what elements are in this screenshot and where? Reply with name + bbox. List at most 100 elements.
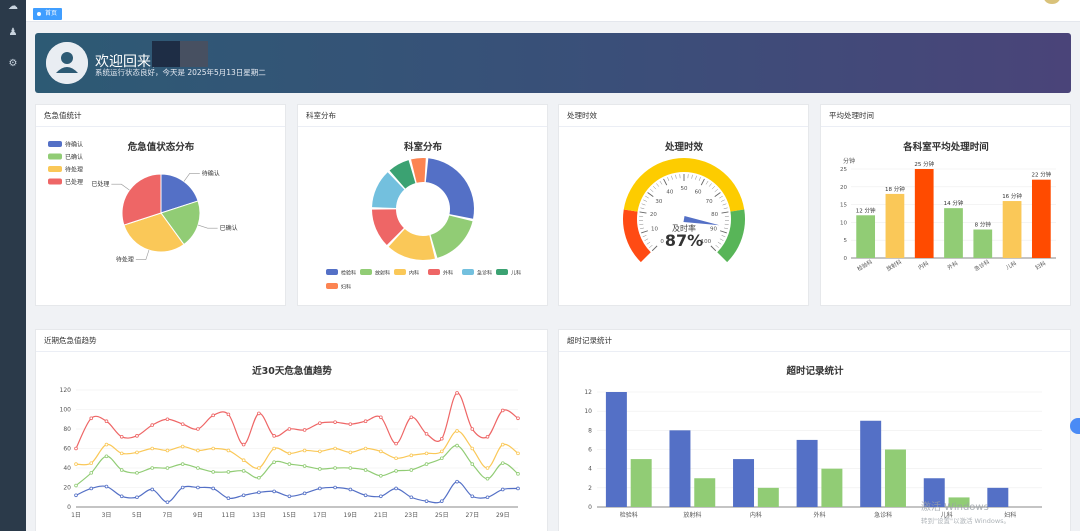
data-point [409, 453, 414, 458]
data-point [379, 449, 383, 454]
bar [856, 215, 876, 258]
legend-swatch [326, 283, 338, 289]
data-point [165, 500, 170, 504]
data-point [348, 487, 353, 492]
bar [796, 439, 818, 507]
user-avatar[interactable] [1044, 0, 1060, 4]
pie-label: 已处理 [91, 180, 109, 188]
x-tick-label: 25日 [435, 512, 449, 519]
department-donut-chart: 科室分布检验科 放射科 内科 外科 急诊科 儿科妇科 [326, 141, 521, 291]
gauge-tick [719, 195, 723, 199]
legend-label: 放射科 [375, 270, 390, 277]
gauge-value: 87% [665, 231, 703, 250]
pie-leader-line [111, 183, 130, 191]
data-point [318, 421, 322, 425]
y-tick-label: 20 [840, 185, 847, 191]
card-critical-status: 危急值统计 危急值状态分布 待确认 已确认 待处理 已处理 待确认 已确认 待处理 已处理 [35, 104, 286, 306]
gauge-tick [717, 241, 722, 245]
card-title: 平均处理时间 [821, 105, 1070, 127]
legend-label: 内科 [409, 270, 419, 277]
data-point [119, 435, 124, 439]
data-point [439, 499, 444, 503]
x-tick-label: 检验科 [620, 511, 638, 519]
pie-label: 已确认 [220, 224, 238, 232]
chart-title: 各科室平均处理时间 [902, 141, 989, 153]
y-tick-label: 2 [588, 485, 592, 492]
y-tick-label: 0 [588, 504, 592, 511]
data-point [226, 412, 231, 417]
y-tick-label: 20 [63, 485, 71, 492]
y-tick-label: 15 [840, 203, 847, 209]
gauge-tick [708, 183, 712, 187]
x-tick-label: 内科 [916, 259, 930, 272]
user-icon[interactable]: ♟ [6, 26, 20, 40]
data-point [424, 432, 429, 436]
gauge-tick [705, 180, 709, 185]
gauge-tick-label: 50 [681, 186, 688, 192]
data-point [455, 391, 459, 395]
data-point [241, 458, 246, 462]
top-bar: 首页 [26, 0, 1080, 22]
data-point [272, 489, 276, 494]
bar-value-label: 16 分钟 [1002, 192, 1022, 200]
data-point [455, 479, 459, 484]
gauge-tick [695, 175, 697, 180]
data-point [180, 444, 185, 449]
bar [1031, 179, 1051, 258]
y-unit-label: 分钟 [843, 157, 855, 165]
gauge-tick [691, 174, 693, 179]
data-point [500, 442, 505, 447]
gauge-band [623, 158, 745, 212]
legend-swatch [48, 166, 62, 172]
data-point [241, 493, 246, 498]
data-point [104, 454, 109, 459]
donut-slice [430, 215, 473, 258]
gauge-band [717, 209, 745, 263]
x-tick-label: 17日 [313, 512, 327, 519]
gauge-tick [647, 192, 654, 198]
data-point [318, 486, 322, 491]
data-point [180, 485, 185, 490]
data-point [348, 450, 353, 455]
data-point [89, 486, 94, 491]
data-point [302, 464, 307, 468]
overtime-bar-chart: 超时记录统计024681012检验科 放射科 内科 外科 急诊科 儿科 妇科激活 Windo… [584, 365, 1042, 525]
gauge-tick-label: 30 [655, 199, 662, 205]
x-tick-label: 1日 [71, 512, 81, 519]
x-tick-label: 内科 [750, 511, 762, 519]
series-line [75, 392, 519, 449]
data-point [257, 490, 261, 495]
data-point [409, 468, 414, 472]
gauge-tick [656, 183, 660, 187]
gauge-tick [641, 230, 648, 234]
data-point [500, 461, 505, 465]
pie-leader-line [135, 249, 150, 260]
gauge-tick [644, 238, 649, 241]
data-point [424, 451, 429, 456]
bar-value-label: 12 分钟 [856, 206, 876, 214]
y-tick-label: 12 [584, 389, 592, 396]
data-point [196, 427, 200, 431]
data-point [287, 494, 292, 499]
card-department: 科室分布 科室分布 检验科 放射科 内科 外科 急诊科 儿科 妇科 [297, 104, 548, 306]
data-point [226, 470, 231, 474]
bar [885, 193, 905, 258]
x-tick-label: 13日 [252, 512, 266, 519]
gauge-tick [651, 245, 658, 252]
x-tick-label: 放射科 [885, 257, 904, 272]
data-point [272, 460, 276, 464]
data-point [439, 449, 444, 454]
data-point [226, 448, 231, 453]
gear-icon[interactable]: ⚙ [6, 57, 20, 71]
data-point [119, 451, 124, 456]
series-line [75, 430, 519, 469]
dashboard-icon[interactable]: ☁ [6, 0, 20, 14]
donut-slice [425, 158, 474, 219]
gauge-tick [721, 199, 725, 202]
tab-home[interactable]: 首页 [33, 8, 63, 20]
x-tick-label: 11日 [222, 512, 236, 519]
data-point [196, 448, 200, 453]
x-tick-label: 15日 [283, 512, 297, 519]
floating-widget-button[interactable] [1070, 418, 1080, 434]
gauge-tick-label: 40 [666, 189, 673, 195]
